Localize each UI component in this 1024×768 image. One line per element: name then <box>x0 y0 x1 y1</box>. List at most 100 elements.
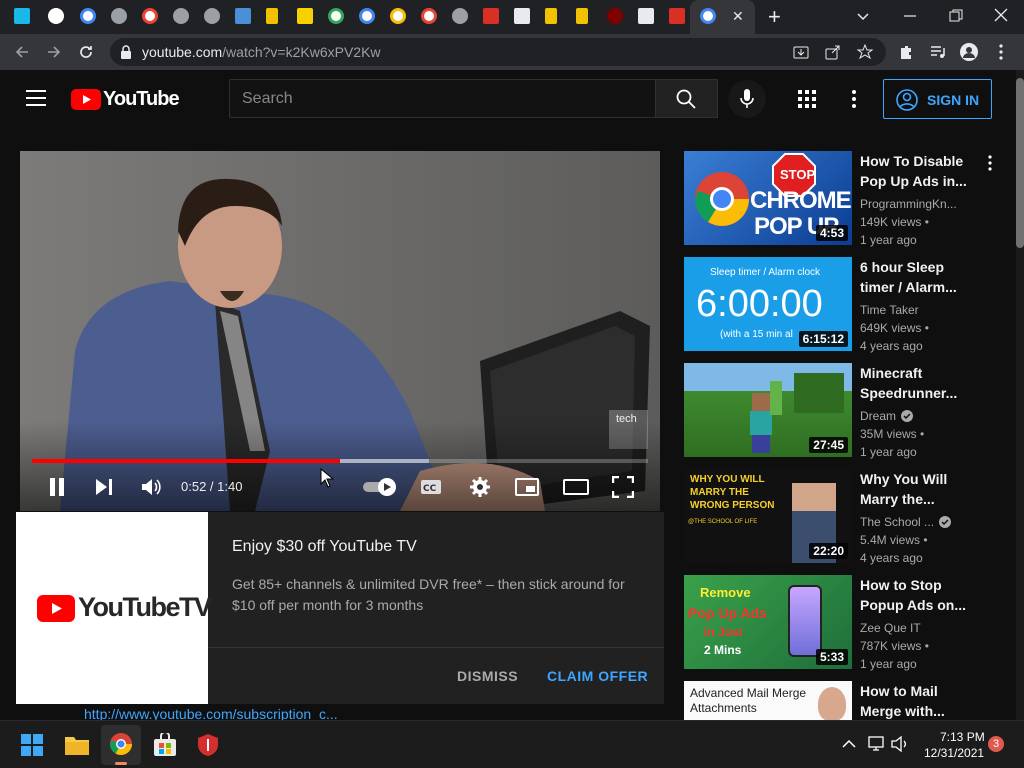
progress-bar[interactable] <box>32 459 648 463</box>
store-tab-icon[interactable] <box>514 8 530 24</box>
next-video-icon[interactable] <box>95 478 113 496</box>
forward-icon[interactable] <box>46 44 62 60</box>
recommendation-item[interactable]: STOP CHROME POP UP 4:53 How To Disable P… <box>684 151 1014 247</box>
lock-icon[interactable] <box>120 45 132 59</box>
recommendation-item[interactable]: Advanced Mail Merge Attachments How to M… <box>684 681 1014 720</box>
chrome-taskbar-button[interactable] <box>101 725 141 765</box>
install-icon[interactable] <box>793 44 809 60</box>
ublock-tab-icon[interactable] <box>607 8 623 24</box>
more-actions-icon[interactable] <box>988 155 992 171</box>
volume-icon[interactable] <box>141 477 161 497</box>
pause-icon[interactable] <box>48 477 66 497</box>
channel-name[interactable]: The School ... <box>860 513 934 531</box>
video-title[interactable]: 6 hour Sleep timer / Alarm... <box>860 257 970 297</box>
channel-name[interactable]: Dream <box>860 407 896 425</box>
google-tab-icon[interactable] <box>328 8 344 24</box>
channel-name[interactable]: Zee Que IT <box>860 619 929 637</box>
restore-icon[interactable] <box>949 9 963 23</box>
video-thumbnail[interactable]: Advanced Mail Merge Attachments <box>684 681 852 720</box>
channel-name[interactable]: ProgrammingKn... <box>860 195 957 213</box>
media-queue-icon[interactable] <box>930 44 946 60</box>
video-title[interactable]: How to Stop Popup Ads on... <box>860 575 970 615</box>
hamburger-menu-icon[interactable] <box>26 89 46 107</box>
recommendation-item[interactable]: 27:45 Minecraft Speedrunner... Dream 35M… <box>684 363 1014 459</box>
address-bar[interactable]: youtube.com/watch?v=k2Kw6xPV2Kw <box>110 38 886 66</box>
google-tab-icon[interactable] <box>421 8 437 24</box>
windows-start-icon[interactable] <box>21 734 43 756</box>
extensions-icon[interactable] <box>898 44 914 60</box>
autoplay-toggle-icon[interactable] <box>363 477 399 497</box>
globe-tab-icon[interactable] <box>204 8 220 24</box>
profile-icon[interactable] <box>960 43 978 61</box>
recommendation-item[interactable]: Sleep timer / Alarm clock 6:00:00 (with … <box>684 257 1014 353</box>
close-window-icon[interactable] <box>994 8 1008 22</box>
video-thumbnail[interactable]: STOP CHROME POP UP 4:53 <box>684 151 852 245</box>
youtube-logo[interactable]: YouTube <box>71 88 180 110</box>
sign-in-button[interactable]: SIGN IN <box>883 79 992 119</box>
file-explorer-icon[interactable] <box>64 734 90 756</box>
miniplayer-icon[interactable] <box>515 478 539 496</box>
globe-tab-icon[interactable] <box>173 8 189 24</box>
vimeo-tab-icon[interactable] <box>14 8 30 24</box>
apps-grid-icon[interactable] <box>798 90 816 108</box>
lock-tab-icon[interactable] <box>545 8 557 24</box>
microsoft-store-icon[interactable] <box>153 733 177 757</box>
shield-tab-icon[interactable] <box>669 8 685 24</box>
minimize-icon[interactable] <box>903 9 917 23</box>
settings-more-icon[interactable] <box>851 90 857 108</box>
video-thumbnail[interactable]: Remove Pop Up Ads in Just 2 Mins 5:33 <box>684 575 852 669</box>
video-title[interactable]: How To Disable Pop Up Ads in... <box>860 151 970 191</box>
channel-name[interactable]: Time Taker <box>860 301 929 319</box>
scrollbar-thumb[interactable] <box>1016 78 1024 248</box>
youtube-tv-play-logo-icon <box>37 595 75 622</box>
video-player[interactable]: tech 0:52 / 1:40 CC <box>20 151 660 511</box>
smiley-tab-icon[interactable] <box>297 8 313 24</box>
store-tab-icon[interactable] <box>638 8 654 24</box>
clock-time[interactable]: 7:13 PM <box>940 730 985 744</box>
globe-tab-icon[interactable] <box>452 8 468 24</box>
lock-tab-icon[interactable] <box>576 8 588 24</box>
news-tab-icon[interactable] <box>235 8 251 24</box>
github-tab-icon[interactable] <box>48 8 64 24</box>
active-tab[interactable]: ✕ <box>690 0 755 34</box>
video-title[interactable]: How to Mail Merge with... <box>860 681 970 720</box>
shield-tab-icon[interactable] <box>483 8 499 24</box>
page-scrollbar[interactable] <box>1016 70 1024 720</box>
recommendation-item[interactable]: Remove Pop Up Ads in Just 2 Mins 5:33 Ho… <box>684 575 1014 671</box>
back-icon[interactable] <box>14 44 30 60</box>
browser-menu-icon[interactable] <box>998 44 1004 60</box>
security-shield-icon[interactable] <box>197 733 219 757</box>
video-title[interactable]: Minecraft Speedrunner... <box>860 363 970 403</box>
search-input[interactable]: Search <box>229 79 656 118</box>
recommendation-item[interactable]: WHY YOU WILL MARRY THE WRONG PERSON @THE… <box>684 469 1014 565</box>
fullscreen-icon[interactable] <box>612 476 634 498</box>
globe-tab-icon[interactable] <box>111 8 127 24</box>
voice-search-button[interactable] <box>728 80 766 118</box>
google-tab-icon[interactable] <box>359 8 375 24</box>
dismiss-button[interactable]: DISMISS <box>457 668 518 684</box>
new-tab-icon[interactable]: + <box>768 4 781 30</box>
network-icon[interactable] <box>868 736 886 752</box>
close-tab-icon[interactable]: ✕ <box>732 8 744 25</box>
google-tab-icon[interactable] <box>142 8 158 24</box>
video-title[interactable]: Why You Will Marry the... <box>860 469 970 509</box>
claim-offer-button[interactable]: CLAIM OFFER <box>547 668 648 684</box>
notification-badge[interactable]: 3 <box>988 736 1004 752</box>
search-button[interactable] <box>656 79 718 118</box>
google-tab-icon[interactable] <box>80 8 96 24</box>
speaker-icon[interactable] <box>891 736 909 752</box>
bookmark-star-icon[interactable] <box>857 44 873 60</box>
settings-gear-icon[interactable] <box>469 476 491 498</box>
reload-icon[interactable] <box>78 44 94 60</box>
clock-date[interactable]: 12/31/2021 <box>924 746 984 760</box>
lock-tab-icon[interactable] <box>266 8 278 24</box>
theater-mode-icon[interactable] <box>563 478 589 496</box>
tab-search-chevron-icon[interactable] <box>856 9 870 23</box>
video-thumbnail[interactable]: WHY YOU WILL MARRY THE WRONG PERSON @THE… <box>684 469 852 563</box>
google-tab-icon[interactable] <box>390 8 406 24</box>
captions-icon[interactable]: CC <box>420 478 442 496</box>
video-thumbnail[interactable]: Sleep timer / Alarm clock 6:00:00 (with … <box>684 257 852 351</box>
video-thumbnail[interactable]: 27:45 <box>684 363 852 457</box>
share-icon[interactable] <box>825 44 841 60</box>
show-hidden-icons-chevron[interactable] <box>842 739 856 749</box>
